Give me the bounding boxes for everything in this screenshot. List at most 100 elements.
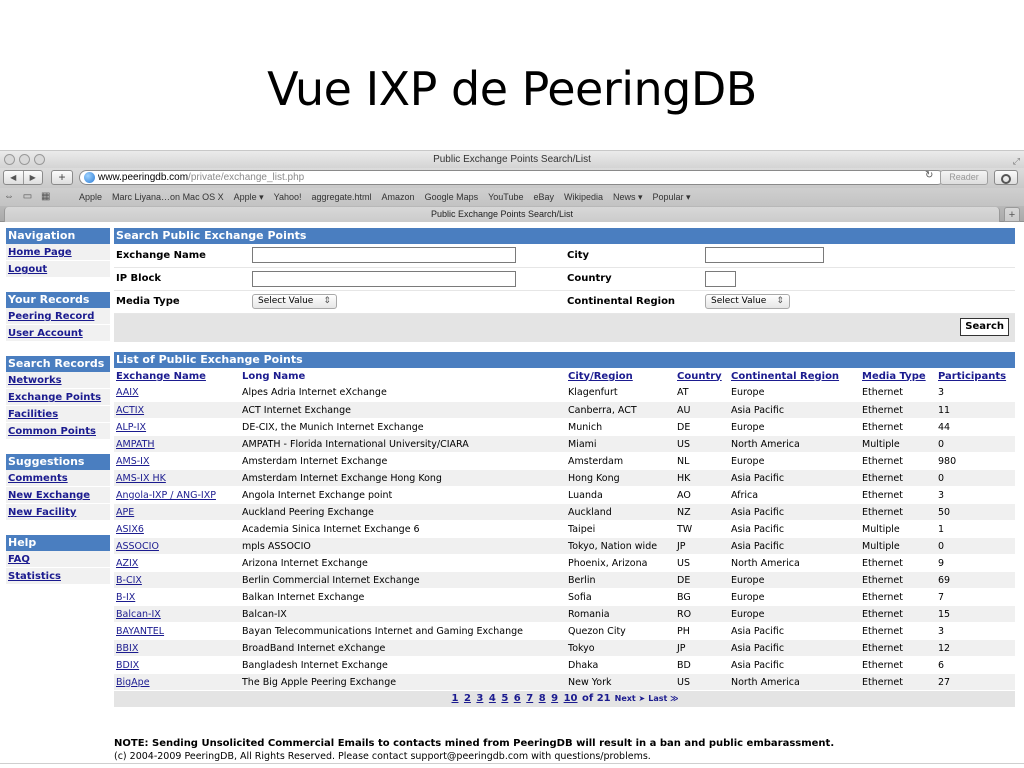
sidebar-link[interactable]: Comments (6, 470, 110, 487)
table-cell: Klagenfurt (566, 384, 675, 402)
page-link[interactable]: 9 (551, 693, 558, 704)
address-bar[interactable]: www.peeringdb.com/private/exchange_list.… (79, 170, 945, 185)
page-link[interactable]: 5 (501, 693, 508, 704)
bookmark-item[interactable]: Wikipedia (564, 192, 603, 202)
search-button[interactable]: Search (960, 317, 1009, 336)
exchange-name-cell: AAIX (114, 384, 240, 402)
table-row: BDIX Bangladesh Internet Exchange Dhaka BD A… (114, 656, 1015, 674)
sidebar-link[interactable]: New Exchange (6, 487, 110, 504)
country-input[interactable] (705, 270, 736, 287)
zoom-window-icon[interactable] (34, 154, 45, 165)
media-type-select[interactable]: Select Value ⇕ (252, 294, 337, 309)
sidebar-link[interactable]: Networks (6, 372, 110, 389)
sidebar-link[interactable]: Home Page (6, 244, 110, 261)
table-cell: Multiple (860, 537, 936, 555)
exchange-link[interactable]: BigApe (116, 677, 150, 688)
tab-active[interactable]: Public Exchange Points Search/List (4, 207, 1000, 222)
next-page-link[interactable]: Next ➤ (615, 694, 646, 703)
exchange-link[interactable]: ALP-IX (116, 422, 146, 433)
exchange-link[interactable]: APE (116, 507, 134, 518)
minimize-window-icon[interactable] (19, 154, 30, 165)
table-cell: Alpes Adria Internet eXchange (240, 384, 566, 402)
table-cell: Ethernet (860, 503, 936, 521)
exchange-link[interactable]: AAIX (116, 387, 139, 398)
close-window-icon[interactable] (4, 154, 15, 165)
sidebar-link[interactable]: Peering Record (6, 308, 110, 325)
column-header[interactable]: Continental Region (729, 368, 860, 385)
bookmark-item[interactable]: Apple (79, 192, 102, 202)
table-cell: Asia Pacific (729, 401, 860, 419)
exchange-link[interactable]: AZIX (116, 558, 138, 569)
page-link[interactable]: 4 (489, 693, 496, 704)
sidebar-link[interactable]: Facilities (6, 406, 110, 423)
page-link[interactable]: 3 (476, 693, 483, 704)
bookmark-item[interactable]: aggregate.html (311, 192, 371, 202)
table-cell: Quezon City (566, 622, 675, 640)
exchange-link[interactable]: AMS-IX (116, 456, 149, 467)
sidebar-link[interactable]: Exchange Points (6, 389, 110, 406)
table-cell: Ethernet (860, 588, 936, 606)
table-cell: AU (675, 401, 729, 419)
add-bookmark-icon[interactable]: + (51, 170, 73, 185)
sidebar-link[interactable]: Common Points (6, 423, 110, 440)
exchange-link[interactable]: B-CIX (116, 575, 142, 586)
exchange-link[interactable]: BAYANTEL (116, 626, 164, 637)
column-header[interactable]: Participants (936, 368, 1015, 385)
sidebar-link[interactable]: FAQ (6, 551, 110, 568)
forward-icon[interactable]: ▶ (24, 171, 43, 184)
bookmark-item[interactable]: Amazon (382, 192, 415, 202)
page-link[interactable]: 1 (452, 693, 459, 704)
bookmark-icons[interactable]: ⇔ ▭ ▦ (4, 188, 53, 206)
table-cell: 9 (936, 554, 1015, 572)
page-link[interactable]: 7 (526, 693, 533, 704)
back-icon[interactable]: ◀ (4, 171, 24, 184)
exchange-link[interactable]: AMS-IX HK (116, 473, 166, 484)
sidebar-heading: Your Records (6, 292, 110, 308)
new-tab-icon[interactable]: + (1004, 207, 1020, 222)
bookmark-item[interactable]: Popular ▾ (653, 192, 691, 202)
exchange-link[interactable]: ASSOCIO (116, 541, 159, 552)
table-cell: Asia Pacific (729, 639, 860, 657)
reload-icon[interactable]: ↻ (925, 170, 933, 181)
table-cell: TW (675, 520, 729, 538)
bookmark-item[interactable]: YouTube (488, 192, 523, 202)
sidebar-link[interactable]: Logout (6, 261, 110, 278)
table-cell: Europe (729, 571, 860, 589)
exchange-link[interactable]: BDIX (116, 660, 139, 671)
sidebar-link[interactable]: User Account (6, 325, 110, 342)
table-cell: ACT Internet Exchange (240, 401, 566, 419)
search-footer: Search (114, 313, 1015, 342)
exchange-link[interactable]: BBIX (116, 643, 138, 654)
bookmark-item[interactable]: Google Maps (425, 192, 479, 202)
page-link[interactable]: 6 (514, 693, 521, 704)
bookmark-item[interactable]: Marc Liyana…on Mac OS X (112, 192, 224, 202)
exchange-link[interactable]: AMPATH (116, 439, 155, 450)
column-header[interactable]: Exchange Name (114, 368, 240, 385)
exchange-link[interactable]: B-IX (116, 592, 135, 603)
region-select[interactable]: Select Value ⇕ (705, 294, 790, 309)
bookmark-item[interactable]: eBay (533, 192, 554, 202)
table-cell: Auckland (566, 503, 675, 521)
exchange-link[interactable]: ASIX6 (116, 524, 144, 535)
bookmark-item[interactable]: Apple ▾ (234, 192, 264, 202)
exchange-link[interactable]: Balcan-IX (116, 609, 161, 620)
page-link[interactable]: 2 (464, 693, 471, 704)
downloads-button[interactable] (994, 170, 1018, 185)
exchange-name-input[interactable] (252, 247, 516, 264)
page-link[interactable]: 10 (564, 693, 578, 704)
ip-block-input[interactable] (252, 270, 516, 287)
bookmark-item[interactable]: News ▾ (613, 192, 643, 202)
page-link[interactable]: 8 (539, 693, 546, 704)
column-header[interactable]: Country (675, 368, 729, 385)
exchange-link[interactable]: ACTIX (116, 405, 144, 416)
city-input[interactable] (705, 247, 824, 264)
sidebar-link[interactable]: Statistics (6, 568, 110, 585)
reader-button[interactable]: Reader (940, 170, 988, 185)
last-page-link[interactable]: Last ≫ (648, 694, 678, 703)
table-row: AAIX Alpes Adria Internet eXchange Klagenf… (114, 384, 1015, 402)
column-header[interactable]: City/Region (566, 368, 675, 385)
sidebar-link[interactable]: New Facility (6, 504, 110, 521)
column-header[interactable]: Media Type (860, 368, 936, 385)
exchange-link[interactable]: Angola-IXP / ANG-IXP (116, 490, 216, 501)
bookmark-item[interactable]: Yahoo! (274, 192, 302, 202)
